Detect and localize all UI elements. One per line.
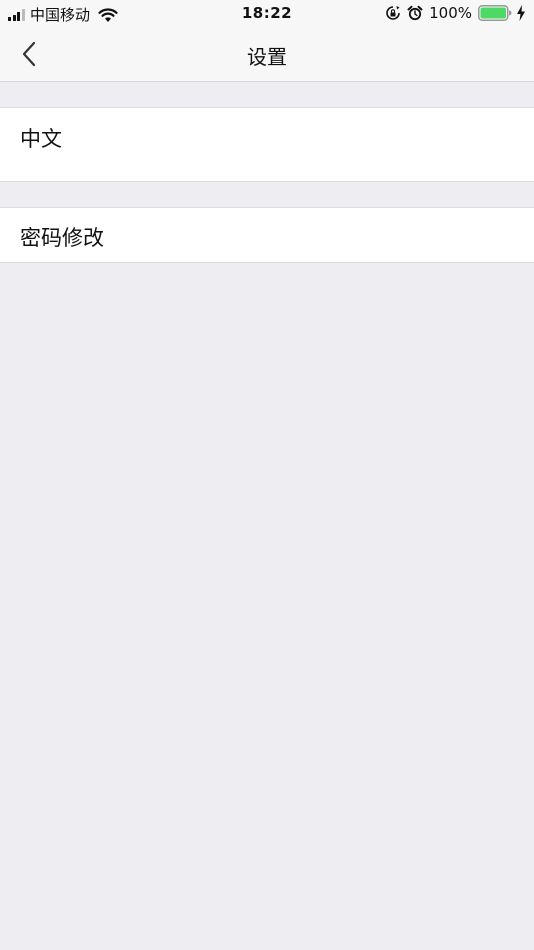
alarm-icon [407, 5, 423, 21]
rotation-lock-icon [386, 6, 400, 20]
charging-bolt-icon [517, 5, 525, 21]
navigation-bar: 设置 [0, 27, 534, 82]
settings-item-language[interactable]: 中文 [0, 107, 534, 182]
battery-percent: 100% [429, 4, 472, 22]
battery-icon [478, 5, 512, 21]
page-title: 设置 [247, 45, 287, 69]
settings-item-label: 密码修改 [20, 226, 104, 250]
status-right: 100% [385, 4, 526, 22]
settings-item-label: 中文 [20, 127, 62, 151]
settings-item-change-password[interactable]: 密码修改 [0, 207, 534, 263]
status-bar: 中国移动 18:22 100% [0, 0, 534, 27]
